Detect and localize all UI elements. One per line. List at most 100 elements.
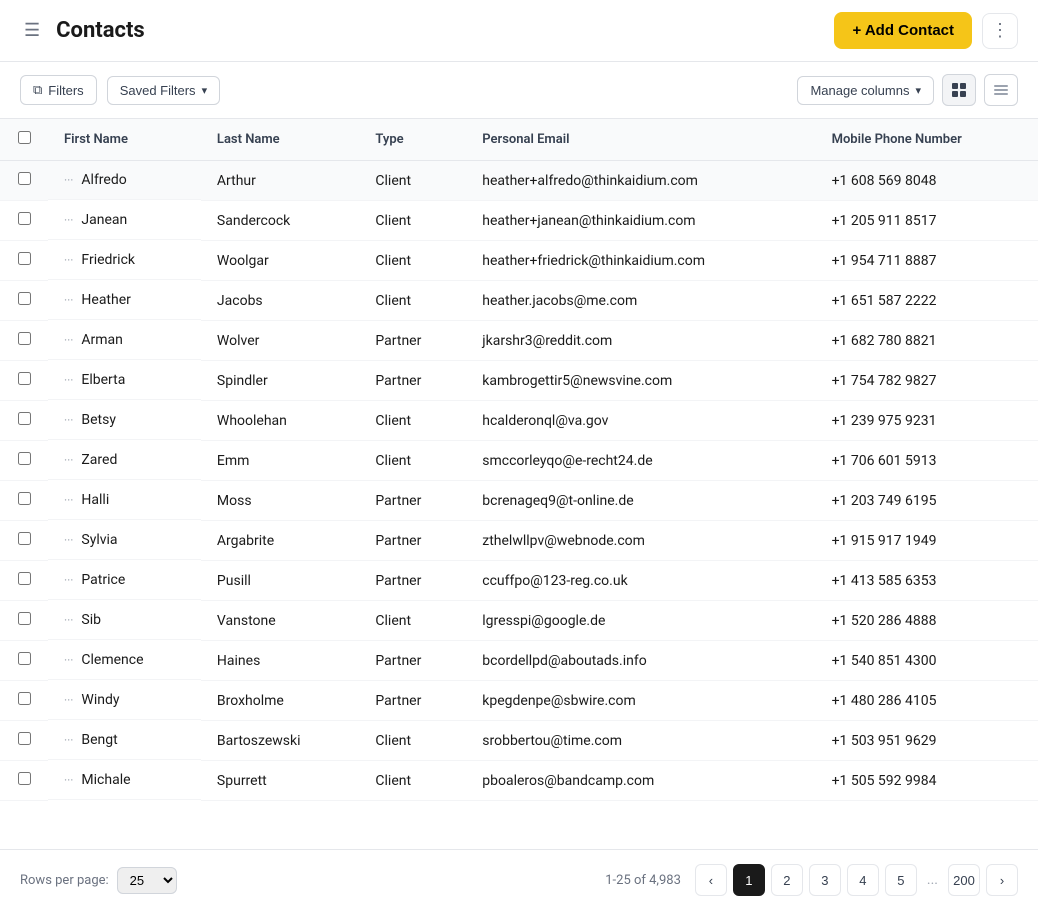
row-checkbox-cell[interactable] xyxy=(0,761,48,801)
cell-type: Partner xyxy=(359,361,466,401)
row-menu-icon[interactable]: ··· xyxy=(64,613,73,627)
row-checkbox-cell[interactable] xyxy=(0,561,48,601)
table-row[interactable]: ··· Alfredo Arthur Client heather+alfred… xyxy=(0,161,1038,201)
row-checkbox[interactable] xyxy=(18,452,31,465)
row-checkbox-cell[interactable] xyxy=(0,401,48,441)
table-row[interactable]: ··· Zared Emm Client smccorleyqo@e-recht… xyxy=(0,441,1038,481)
row-menu-icon[interactable]: ··· xyxy=(64,693,73,707)
row-checkbox-cell[interactable] xyxy=(0,521,48,561)
grid-view-button[interactable] xyxy=(942,74,976,106)
row-checkbox-cell[interactable] xyxy=(0,281,48,321)
rows-per-page-label: Rows per page: xyxy=(20,873,109,888)
row-menu-icon[interactable]: ··· xyxy=(64,453,73,467)
rows-per-page-select[interactable]: 25 50 100 xyxy=(117,867,177,894)
row-menu-icon[interactable]: ··· xyxy=(64,493,73,507)
row-checkbox-cell[interactable] xyxy=(0,201,48,241)
row-menu-icon[interactable]: ··· xyxy=(64,293,73,307)
table-row[interactable]: ··· Arman Wolver Partner jkarshr3@reddit… xyxy=(0,321,1038,361)
row-menu-icon[interactable]: ··· xyxy=(64,773,73,787)
cell-last-name: Woolgar xyxy=(201,241,359,281)
row-checkbox[interactable] xyxy=(18,372,31,385)
filters-button[interactable]: ⧉ Filters xyxy=(20,75,97,105)
row-menu-icon[interactable]: ··· xyxy=(64,173,73,187)
row-menu-icon[interactable]: ··· xyxy=(64,213,73,227)
table-row[interactable]: ··· Bengt Bartoszewski Client srobbertou… xyxy=(0,721,1038,761)
page-200-button[interactable]: 200 xyxy=(948,864,980,896)
row-checkbox[interactable] xyxy=(18,652,31,665)
add-contact-button[interactable]: + Add Contact xyxy=(834,12,972,49)
cell-phone: +1 651 587 2222 xyxy=(816,281,1038,321)
row-menu-icon[interactable]: ··· xyxy=(64,373,73,387)
row-checkbox[interactable] xyxy=(18,212,31,225)
table-row[interactable]: ··· Elberta Spindler Partner kambrogetti… xyxy=(0,361,1038,401)
cell-type: Client xyxy=(359,281,466,321)
cell-email: ccuffpo@123-reg.co.uk xyxy=(466,561,815,601)
cell-type: Client xyxy=(359,761,466,801)
row-checkbox-cell[interactable] xyxy=(0,441,48,481)
prev-page-button[interactable]: ‹ xyxy=(695,864,727,896)
row-checkbox[interactable] xyxy=(18,612,31,625)
row-checkbox-cell[interactable] xyxy=(0,161,48,201)
row-menu-icon[interactable]: ··· xyxy=(64,333,73,347)
row-checkbox-cell[interactable] xyxy=(0,481,48,521)
cell-email: kambrogettir5@newsvine.com xyxy=(466,361,815,401)
table-row[interactable]: ··· Michale Spurrett Client pboaleros@ba… xyxy=(0,761,1038,801)
row-checkbox-cell[interactable] xyxy=(0,241,48,281)
row-checkbox[interactable] xyxy=(18,292,31,305)
page-2-button[interactable]: 2 xyxy=(771,864,803,896)
table-row[interactable]: ··· Betsy Whoolehan Client hcalderonql@v… xyxy=(0,401,1038,441)
filter-icon: ⧉ xyxy=(33,82,42,98)
page-1-button[interactable]: 1 xyxy=(733,864,765,896)
cell-last-name: Argabrite xyxy=(201,521,359,561)
row-checkbox[interactable] xyxy=(18,492,31,505)
table-row[interactable]: ··· Sib Vanstone Client lgresspi@google.… xyxy=(0,601,1038,641)
row-checkbox-cell[interactable] xyxy=(0,321,48,361)
table-row[interactable]: ··· Clemence Haines Partner bcordellpd@a… xyxy=(0,641,1038,681)
page-3-button[interactable]: 3 xyxy=(809,864,841,896)
row-checkbox[interactable] xyxy=(18,252,31,265)
row-checkbox-cell[interactable] xyxy=(0,361,48,401)
table-row[interactable]: ··· Halli Moss Partner bcrenageq9@t-onli… xyxy=(0,481,1038,521)
row-menu-icon[interactable]: ··· xyxy=(64,253,73,267)
page-5-button[interactable]: 5 xyxy=(885,864,917,896)
table-row[interactable]: ··· Friedrick Woolgar Client heather+fri… xyxy=(0,241,1038,281)
row-menu-icon[interactable]: ··· xyxy=(64,733,73,747)
more-options-button[interactable]: ⋮ xyxy=(982,13,1018,49)
row-checkbox-cell[interactable] xyxy=(0,601,48,641)
cell-phone: +1 754 782 9827 xyxy=(816,361,1038,401)
row-menu-icon[interactable]: ··· xyxy=(64,573,73,587)
row-checkbox-cell[interactable] xyxy=(0,681,48,721)
row-checkbox[interactable] xyxy=(18,412,31,425)
cell-type: Client xyxy=(359,241,466,281)
list-view-button[interactable] xyxy=(984,74,1018,106)
table-row[interactable]: ··· Windy Broxholme Partner kpegdenpe@sb… xyxy=(0,681,1038,721)
row-menu-icon[interactable]: ··· xyxy=(64,653,73,667)
manage-columns-button[interactable]: Manage columns ▾ xyxy=(797,76,934,105)
row-checkbox[interactable] xyxy=(18,572,31,585)
row-checkbox-cell[interactable] xyxy=(0,641,48,681)
select-all-checkbox[interactable] xyxy=(18,131,31,144)
page-4-button[interactable]: 4 xyxy=(847,864,879,896)
cell-last-name: Wolver xyxy=(201,321,359,361)
table-row[interactable]: ··· Sylvia Argabrite Partner zthelwllpv@… xyxy=(0,521,1038,561)
row-checkbox[interactable] xyxy=(18,332,31,345)
table-row[interactable]: ··· Heather Jacobs Client heather.jacobs… xyxy=(0,281,1038,321)
row-checkbox[interactable] xyxy=(18,532,31,545)
cell-last-name: Whoolehan xyxy=(201,401,359,441)
cell-first-name: ··· Janean xyxy=(48,201,201,240)
next-page-button[interactable]: › xyxy=(986,864,1018,896)
row-checkbox[interactable] xyxy=(18,732,31,745)
chevron-down-icon: ▾ xyxy=(915,84,921,97)
select-all-header[interactable] xyxy=(0,119,48,161)
hamburger-icon[interactable]: ☰ xyxy=(20,16,44,45)
row-checkbox[interactable] xyxy=(18,692,31,705)
row-menu-icon[interactable]: ··· xyxy=(64,533,73,547)
saved-filters-button[interactable]: Saved Filters ▾ xyxy=(107,76,220,105)
contacts-table: First Name Last Name Type Personal Email… xyxy=(0,119,1038,801)
table-row[interactable]: ··· Janean Sandercock Client heather+jan… xyxy=(0,201,1038,241)
row-checkbox[interactable] xyxy=(18,172,31,185)
row-checkbox-cell[interactable] xyxy=(0,721,48,761)
row-menu-icon[interactable]: ··· xyxy=(64,413,73,427)
row-checkbox[interactable] xyxy=(18,772,31,785)
table-row[interactable]: ··· Patrice Pusill Partner ccuffpo@123-r… xyxy=(0,561,1038,601)
